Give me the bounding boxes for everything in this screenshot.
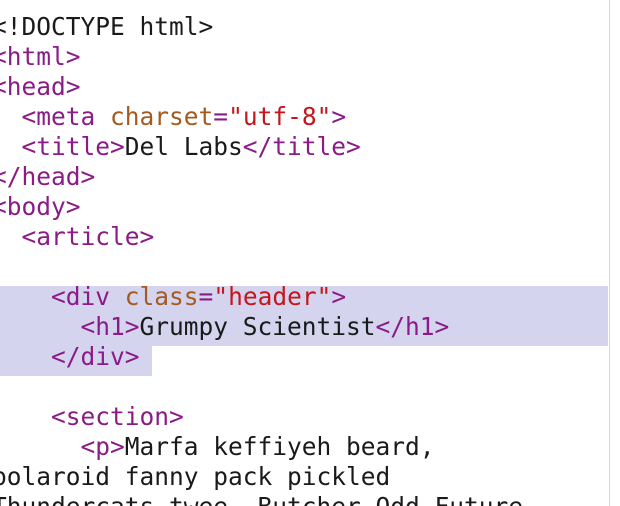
code-tag-token: <body> xyxy=(0,192,81,221)
code-tag-token: <head> xyxy=(0,72,81,101)
code-tag-token: <p> xyxy=(80,432,125,461)
code-line: <section> xyxy=(0,402,184,432)
code-tag-token: <div xyxy=(51,282,125,311)
code-string-token: "utf-8" xyxy=(228,102,332,131)
code-line: </div> xyxy=(0,342,140,372)
code-editor[interactable]: <!DOCTYPE html> <html> <head> <meta charse… xyxy=(0,0,620,506)
code-attr-token: class xyxy=(124,282,199,311)
vertical-scrollbar[interactable] xyxy=(609,0,620,506)
code-text-token: <!DOCTYPE html> xyxy=(0,12,214,41)
code-tag-token: </h1> xyxy=(375,312,450,341)
code-line: <p>Marfa keffiyeh beard, xyxy=(0,432,435,462)
code-tag-token: = xyxy=(198,282,214,311)
code-tag-token: </div> xyxy=(51,342,140,371)
code-text-token: Thundercats twee, Butcher Odd Future xyxy=(0,492,523,506)
code-tag-token: <html> xyxy=(0,42,81,71)
code-attr-token: charset xyxy=(110,102,214,131)
code-line: Thundercats twee, Butcher Odd Future xyxy=(0,492,523,506)
code-string-token: "header" xyxy=(213,282,332,311)
code-text-token: Marfa keffiyeh beard, xyxy=(124,432,435,461)
code-tag-token: </title> xyxy=(242,132,361,161)
code-tag-token: <section> xyxy=(51,402,184,431)
code-text-token: Grumpy Scientist xyxy=(139,312,376,341)
code-line: <!DOCTYPE html> xyxy=(0,12,213,42)
code-line: polaroid fanny pack pickled xyxy=(0,462,390,492)
code-text-token: Del Labs xyxy=(124,132,243,161)
code-text-token: polaroid fanny pack pickled xyxy=(0,462,391,491)
code-line: <div class="header"> xyxy=(0,282,346,312)
code-line: <body> xyxy=(0,192,81,222)
code-tag-token: </head> xyxy=(0,162,96,191)
code-tag-token: = xyxy=(213,102,229,131)
code-line: <head> xyxy=(0,72,81,102)
code-tag-token: <article> xyxy=(21,222,155,251)
code-tag-token: > xyxy=(331,102,347,131)
code-line: <meta charset="utf-8"> xyxy=(0,102,347,132)
code-tag-token: <h1> xyxy=(80,312,140,341)
code-tag-token: <title> xyxy=(21,132,125,161)
code-line: </head> xyxy=(0,162,95,192)
code-line: <article> xyxy=(0,222,155,252)
code-tag-token: > xyxy=(331,282,347,311)
code-line: <h1>Grumpy Scientist</h1> xyxy=(0,312,450,342)
code-tag-token: <meta xyxy=(21,102,111,131)
code-line: <html> xyxy=(0,42,81,72)
code-line: <title>Del Labs</title> xyxy=(0,132,361,162)
